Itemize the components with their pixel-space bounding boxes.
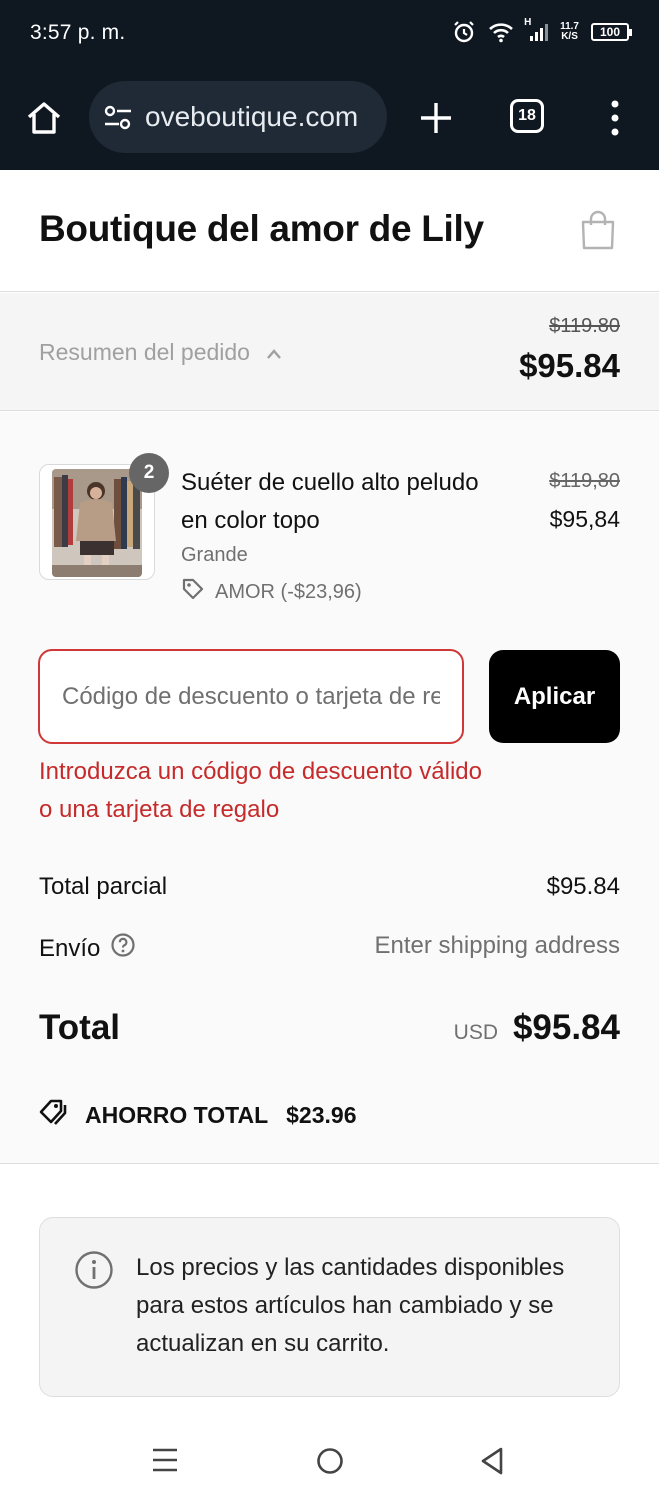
order-summary-toggle[interactable]: Resumen del pedido $119.80 $95.84 — [0, 293, 659, 411]
summary-discounted-total: $95.84 — [519, 347, 620, 384]
system-nav-bar — [0, 1415, 659, 1500]
info-icon — [74, 1250, 114, 1295]
total-currency: USD — [453, 1021, 498, 1044]
product-image: 2 — [39, 453, 169, 580]
total-savings: AHORRO TOTAL $23.96 — [39, 1098, 357, 1132]
savings-label: AHORRO TOTAL — [85, 1101, 269, 1128]
wifi-icon — [488, 21, 514, 43]
alarm-icon — [452, 20, 476, 44]
tab-count: 18 — [518, 107, 536, 124]
savings-value: $23.96 — [286, 1101, 357, 1128]
shipping-value: Enter shipping address — [374, 932, 620, 959]
total-label: Total — [39, 1008, 121, 1047]
product-price: $95,84 — [549, 506, 620, 532]
signal-icon: H — [524, 17, 549, 43]
tag-icon — [181, 577, 205, 607]
tag-icon — [39, 1098, 71, 1132]
subtotal-value: $95.84 — [546, 873, 620, 900]
quantity-badge: 2 — [129, 453, 169, 493]
summary-label: Resumen del pedido — [39, 339, 250, 365]
address-bar[interactable]: oveboutique.com — [89, 81, 387, 153]
shipping-row: Envío — [39, 932, 136, 965]
order-section: 2 Suéter de cuello alto peludo en color … — [0, 412, 659, 1164]
summary-original-total: $119.80 — [549, 315, 620, 337]
back-icon[interactable] — [480, 1447, 504, 1480]
product-variant: Grande — [181, 544, 248, 566]
status-time: 3:57 p. m. — [30, 21, 126, 44]
more-vert-icon[interactable] — [606, 98, 624, 138]
discount-error: Introduzca un código de descuento válido… — [39, 758, 482, 823]
product-discount: AMOR (-$23,96) — [181, 577, 362, 607]
discount-code-input[interactable] — [38, 649, 464, 744]
status-icons: H 11.7 K/S 100 — [452, 17, 632, 44]
browser-toolbar: oveboutique.com 18 — [0, 66, 659, 170]
net-speed: 11.7 K/S — [560, 22, 579, 42]
product-photo — [52, 469, 142, 577]
price-change-notice: Los precios y las cantidades disponibles… — [39, 1217, 620, 1397]
battery-level: 100 — [599, 25, 621, 39]
total-value: $95.84 — [512, 1008, 620, 1047]
plus-icon[interactable] — [418, 100, 454, 136]
home-icon[interactable] — [24, 98, 64, 138]
status-bar: 3:57 p. m. H 11.7 K/S 100 — [0, 0, 659, 66]
product-original-price: $119,80 — [549, 470, 620, 492]
store-title[interactable]: Boutique del amor de Lily — [39, 208, 484, 250]
menu-icon[interactable] — [152, 1447, 178, 1478]
summary-toggle-label[interactable]: Resumen del pedido — [39, 339, 282, 366]
chevron-up-icon — [266, 339, 282, 366]
tabs-icon[interactable]: 18 — [510, 99, 544, 133]
product-name: Suéter de cuello alto peludo en color to… — [181, 469, 479, 534]
net-speed-unit: K/S — [561, 31, 578, 42]
apply-button[interactable]: Aplicar — [489, 650, 620, 743]
home-circle-icon[interactable] — [316, 1447, 344, 1480]
notice-text: Los precios y las cantidades disponibles… — [136, 1254, 565, 1357]
discount-code-label: AMOR (-$23,96) — [215, 580, 362, 603]
shopping-bag-icon[interactable] — [580, 210, 616, 257]
help-circle-icon[interactable] — [110, 932, 136, 965]
battery-icon: 100 — [591, 23, 632, 41]
shipping-label: Envío — [39, 934, 101, 962]
url-text[interactable]: oveboutique.com — [145, 101, 358, 133]
site-settings-icon[interactable] — [103, 105, 133, 136]
subtotal-label: Total parcial — [39, 873, 168, 900]
network-type: H — [524, 17, 532, 28]
site-header: Boutique del amor de Lily — [0, 170, 659, 292]
